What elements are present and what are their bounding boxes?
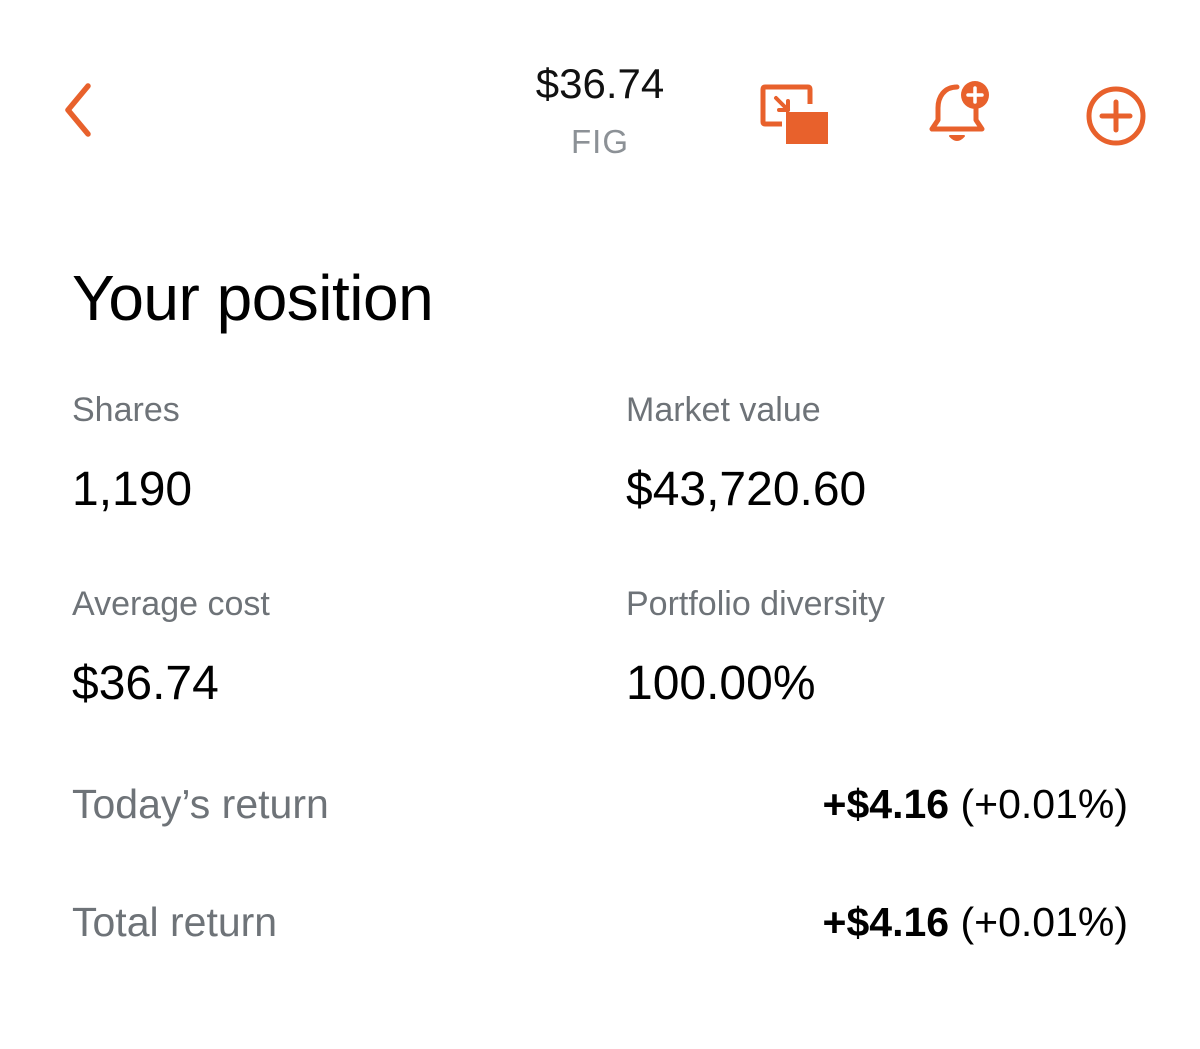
header-quote: $36.74 FIG bbox=[450, 58, 750, 162]
shares-value: 1,190 bbox=[72, 463, 193, 516]
todays-return-percent: (+0.01%) bbox=[960, 781, 1128, 827]
add-to-list-button[interactable] bbox=[1082, 82, 1150, 150]
picture-in-picture-icon bbox=[760, 84, 828, 144]
portfolio-diversity-stat[interactable]: Portfolio diversity 100.00% bbox=[626, 582, 1126, 714]
todays-return-amount: +$4.16 bbox=[822, 781, 950, 827]
chevron-left-icon bbox=[65, 83, 91, 137]
total-return-percent: (+0.01%) bbox=[960, 899, 1128, 945]
plus-circle-icon bbox=[1086, 86, 1146, 146]
average-cost-stat: Average cost $36.74 bbox=[72, 582, 572, 714]
total-return-amount: +$4.16 bbox=[822, 899, 950, 945]
total-return-row: Total return +$4.16 (+0.01%) bbox=[72, 894, 1128, 950]
average-cost-label: Average cost bbox=[72, 585, 270, 623]
portfolio-diversity-label: Portfolio diversity bbox=[626, 585, 885, 623]
bell-add-icon bbox=[929, 81, 989, 141]
shares-label: Shares bbox=[72, 391, 180, 429]
picture-in-picture-button[interactable] bbox=[756, 80, 832, 148]
market-value-stat: Market value $43,720.60 bbox=[626, 388, 1126, 520]
header-ticker: FIG bbox=[571, 123, 629, 160]
shares-stat: Shares 1,190 bbox=[72, 388, 572, 520]
section-title: Your position bbox=[72, 262, 434, 334]
total-return-label: Total return bbox=[72, 899, 278, 945]
add-price-alert-button[interactable] bbox=[924, 78, 996, 148]
todays-return-label: Today’s return bbox=[72, 781, 329, 827]
todays-return-value: +$4.16 (+0.01%) bbox=[823, 776, 1128, 832]
top-bar: $36.74 FIG bbox=[0, 0, 1200, 200]
market-value-value: $43,720.60 bbox=[626, 463, 867, 516]
market-value-label: Market value bbox=[626, 391, 821, 429]
todays-return-row: Today’s return +$4.16 (+0.01%) bbox=[72, 776, 1128, 832]
back-button[interactable] bbox=[52, 72, 112, 148]
average-cost-value: $36.74 bbox=[72, 657, 219, 710]
total-return-value: +$4.16 (+0.01%) bbox=[823, 894, 1128, 950]
header-price: $36.74 bbox=[535, 60, 665, 107]
portfolio-diversity-value: 100.00% bbox=[626, 657, 816, 710]
